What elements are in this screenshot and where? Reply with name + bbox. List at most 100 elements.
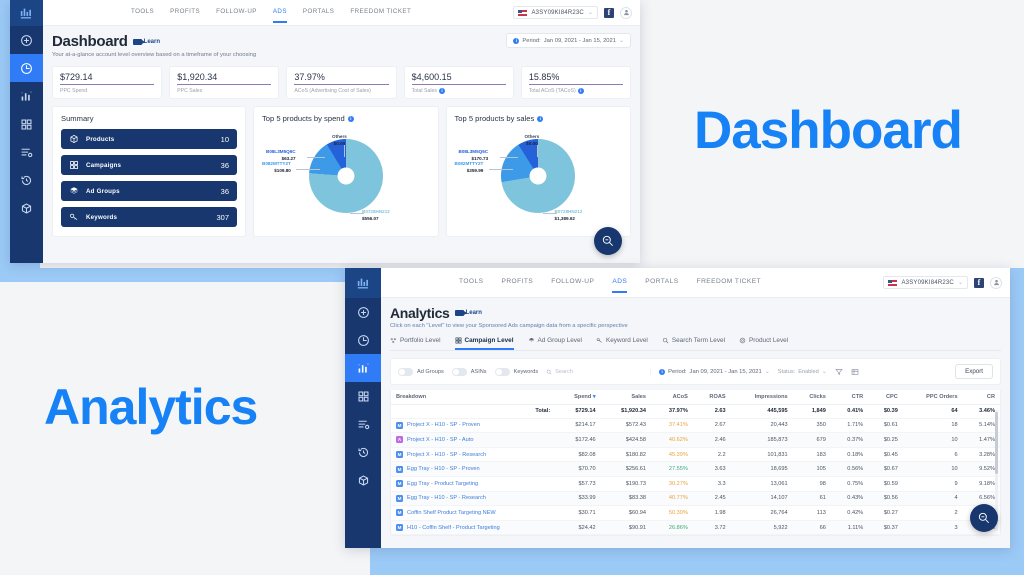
sidebar-item-list-settings-icon[interactable]	[345, 410, 381, 438]
sidebar-item-dashboard-plus-icon[interactable]	[345, 298, 381, 326]
sidebar-item-analytics-bars-icon[interactable]	[345, 354, 381, 382]
column-spend[interactable]: Spend ▾	[555, 390, 600, 405]
cell-breakdown[interactable]: MH10 - Coffin Shelf - Product Targeting	[391, 520, 555, 535]
info-icon[interactable]: i	[537, 116, 543, 122]
status-selector[interactable]: Status: Enabled ⌄	[778, 368, 827, 375]
learn-video-chip[interactable]: Learn	[455, 310, 482, 316]
nav-link-tools[interactable]: TOOLS	[459, 272, 483, 293]
account-selector[interactable]: A3SY09KI84R23C ⌄	[513, 6, 598, 19]
toggle-switch[interactable]	[398, 368, 413, 376]
user-avatar-icon[interactable]	[620, 7, 632, 19]
column-cr[interactable]: CR	[963, 390, 1000, 405]
tab-product-level[interactable]: Product Level	[739, 337, 788, 350]
period-selector[interactable]: i Period: Jan 09, 2021 - Jan 15, 2021 ⌄	[506, 33, 631, 48]
cell-breakdown[interactable]: MEgg Tray - H10 - SP - Proven	[391, 462, 555, 477]
nav-link-freedom-ticket[interactable]: FREEDOM TICKET	[350, 2, 411, 23]
funnel-filter-icon[interactable]	[835, 368, 843, 376]
sidebar-item-pie-clock-icon[interactable]	[10, 54, 43, 82]
column-acos[interactable]: ACoS	[651, 390, 693, 405]
table-row[interactable]: AProject X - H10 - SP - Auto$172.46$424.…	[391, 433, 1000, 448]
campaign-name[interactable]: Egg Tray - H10 - SP - Proven	[407, 466, 480, 472]
sidebar-item-pie-clock-icon[interactable]	[345, 326, 381, 354]
export-button[interactable]: Export	[955, 364, 993, 379]
sidebar-item-history-clock-icon[interactable]	[10, 166, 43, 194]
column-roas[interactable]: ROAS	[693, 390, 731, 405]
campaign-name[interactable]: Egg Tray - Product Targeting	[407, 481, 478, 487]
nav-link-ads[interactable]: ADS	[612, 272, 627, 293]
campaign-name[interactable]: Egg Tray - H10 - SP - Research	[407, 495, 486, 501]
column-impressions[interactable]: Impressions	[731, 390, 793, 405]
column-sales[interactable]: Sales	[601, 390, 651, 405]
info-icon[interactable]: i	[578, 88, 584, 94]
campaign-name[interactable]: H10 - Coffin Shelf - Product Targeting	[407, 525, 500, 531]
toggle-ad-groups[interactable]: Ad Groups	[398, 368, 444, 376]
campaign-name[interactable]: Coffin Shelf Product Targeting NEW	[407, 510, 496, 516]
app-logo[interactable]	[345, 268, 381, 298]
toggle-switch[interactable]	[495, 368, 510, 376]
table-row[interactable]: MEgg Tray - H10 - SP - Proven$70.70$256.…	[391, 462, 1000, 477]
cell-breakdown[interactable]: AProject X - H10 - SP - Auto	[391, 433, 555, 448]
sidebar-item-list-settings-icon[interactable]	[10, 138, 43, 166]
summary-item-ad-groups[interactable]: Ad Groups 36	[61, 181, 237, 201]
sidebar-item-dashboard-plus-icon[interactable]	[10, 26, 43, 54]
tab-ad-group-level[interactable]: Ad Group Level	[528, 337, 582, 350]
info-icon[interactable]: i	[439, 88, 445, 94]
campaign-name[interactable]: Project X - H10 - SP - Research	[407, 452, 486, 458]
columns-settings-icon[interactable]	[851, 368, 859, 376]
facebook-icon[interactable]: f	[974, 278, 984, 288]
tab-campaign-level[interactable]: Campaign Level	[455, 337, 514, 350]
cell-breakdown[interactable]: MEgg Tray - H10 - SP - Research	[391, 491, 555, 506]
table-row[interactable]: MCoffin Shelf Product Targeting NEW$30.7…	[391, 506, 1000, 521]
search-input[interactable]: Search	[546, 369, 651, 375]
period-selector[interactable]: i Period: Jan 09, 2021 - Jan 15, 2021 ⌄	[659, 368, 770, 375]
nav-link-freedom-ticket[interactable]: FREEDOM TICKET	[697, 272, 761, 293]
learn-video-chip[interactable]: Learn	[133, 39, 160, 45]
sidebar-item-grid-squares-icon[interactable]	[345, 382, 381, 410]
nav-link-follow-up[interactable]: FOLLOW-UP	[216, 2, 257, 23]
cell-breakdown[interactable]: MEgg Tray - Product Targeting	[391, 476, 555, 491]
nav-link-profits[interactable]: PROFITS	[170, 2, 200, 23]
toggle-asins[interactable]: ASINs	[452, 368, 487, 376]
column-cpc[interactable]: CPC	[868, 390, 903, 405]
column-breakdown[interactable]: Breakdown	[391, 390, 555, 405]
table-row[interactable]: MEgg Tray - H10 - SP - Research$33.99$83…	[391, 491, 1000, 506]
nav-link-portals[interactable]: PORTALS	[645, 272, 678, 293]
info-icon[interactable]: i	[348, 116, 354, 122]
column-ctr[interactable]: CTR	[831, 390, 868, 405]
table-row[interactable]: MProject X - H10 - SP - Research$82.08$1…	[391, 447, 1000, 462]
column-ppc-orders[interactable]: PPC Orders	[903, 390, 963, 405]
sidebar-item-grid-squares-icon[interactable]	[10, 110, 43, 138]
tab-portfolio-level[interactable]: Portfolio Level	[390, 337, 441, 350]
summary-item-keywords[interactable]: Keywords 307	[61, 207, 237, 227]
nav-link-follow-up[interactable]: FOLLOW-UP	[551, 272, 594, 293]
table-row[interactable]: MEgg Tray - Product Targeting$57.73$190.…	[391, 476, 1000, 491]
cell-breakdown[interactable]: MProject X - H10 - SP - Proven	[391, 418, 555, 433]
table-row[interactable]: MH10 - Coffin Shelf - Product Targeting$…	[391, 520, 1000, 535]
column-clicks[interactable]: Clicks	[793, 390, 831, 405]
nav-link-tools[interactable]: TOOLS	[131, 2, 154, 23]
table-scrollbar-thumb[interactable]	[995, 412, 998, 474]
nav-link-portals[interactable]: PORTALS	[303, 2, 334, 23]
summary-item-campaigns[interactable]: Campaigns 36	[61, 155, 237, 175]
toggle-switch[interactable]	[452, 368, 467, 376]
cell-breakdown[interactable]: MCoffin Shelf Product Targeting NEW	[391, 506, 555, 521]
account-selector[interactable]: A3SY09KI84R23C ⌄	[883, 276, 968, 289]
sidebar-item-box-product-icon[interactable]	[10, 194, 43, 222]
campaign-name[interactable]: Project X - H10 - SP - Auto	[407, 437, 473, 443]
cell-breakdown[interactable]: MProject X - H10 - SP - Research	[391, 447, 555, 462]
zoom-magnifier-icon[interactable]	[970, 504, 998, 532]
sidebar-item-analytics-bars-icon[interactable]	[10, 82, 43, 110]
user-avatar-icon[interactable]	[990, 277, 1002, 289]
app-logo[interactable]	[10, 0, 43, 26]
zoom-magnifier-icon[interactable]	[594, 227, 622, 255]
table-row[interactable]: MProject X - H10 - SP - Proven$214.17$57…	[391, 418, 1000, 433]
nav-link-ads[interactable]: ADS	[273, 2, 287, 23]
facebook-icon[interactable]: f	[604, 8, 614, 18]
campaign-name[interactable]: Project X - H10 - SP - Proven	[407, 422, 480, 428]
tab-search-term-level[interactable]: Search Term Level	[662, 337, 725, 350]
nav-link-profits[interactable]: PROFITS	[501, 272, 533, 293]
summary-item-products[interactable]: Products 10	[61, 129, 237, 149]
toggle-keywords[interactable]: Keywords	[495, 368, 539, 376]
sidebar-item-history-clock-icon[interactable]	[345, 438, 381, 466]
tab-keyword-level[interactable]: Keyword Level	[596, 337, 648, 350]
